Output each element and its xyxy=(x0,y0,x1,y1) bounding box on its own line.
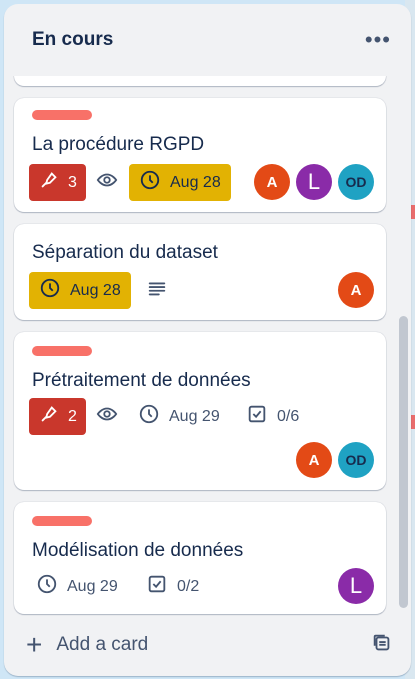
avatar[interactable]: L xyxy=(338,568,374,604)
card-title: Séparation du dataset xyxy=(32,242,218,263)
attachment-count: 3 xyxy=(68,173,77,191)
attachment-badge[interactable]: 2 xyxy=(29,398,86,435)
due-date-badge[interactable]: Aug 28 xyxy=(29,272,131,309)
card-label-red[interactable] xyxy=(32,516,92,526)
attachment-badge[interactable]: 3 xyxy=(29,164,86,201)
avatar[interactable]: A xyxy=(296,442,332,478)
clock-icon xyxy=(138,403,160,430)
paperclip-icon xyxy=(38,169,60,196)
cards-container: La procédure RGPD 3 Aug 28 A L OD Sépara… xyxy=(4,76,411,616)
add-card-button[interactable]: + Add a card xyxy=(26,631,148,659)
eye-icon xyxy=(96,403,118,430)
paperclip-icon xyxy=(38,403,60,430)
card-separation-du-dataset[interactable]: Séparation du dataset Aug 28 A xyxy=(14,224,386,320)
description-badge xyxy=(144,272,170,309)
due-date-text: Aug 29 xyxy=(169,407,220,425)
avatar[interactable]: A xyxy=(338,272,374,308)
checklist-badge: 0/6 xyxy=(244,398,301,435)
checklist-count: 0/2 xyxy=(177,577,200,595)
due-date-text: Aug 28 xyxy=(170,173,221,191)
avatar[interactable]: A xyxy=(254,164,290,200)
attachment-count: 2 xyxy=(68,407,77,425)
card-title: Prétraitement de données xyxy=(32,370,251,391)
card-pretraitement-de-donnees[interactable]: Prétraitement de données 2 Aug 29 0/6 A … xyxy=(14,332,386,490)
card-modelisation-de-donnees[interactable]: Modélisation de données Aug 29 0/2 L xyxy=(14,502,386,614)
card-label-red[interactable] xyxy=(32,346,92,356)
clock-icon xyxy=(36,573,58,600)
due-date-badge[interactable]: Aug 29 xyxy=(136,398,222,435)
list-en-cours: En cours ••• La procédure RGPD 3 Aug 28 … xyxy=(4,4,411,676)
card-title: Modélisation de données xyxy=(32,540,244,561)
card-la-procedure-rgpd[interactable]: La procédure RGPD 3 Aug 28 A L OD xyxy=(14,98,386,212)
avatar[interactable]: OD xyxy=(338,164,374,200)
watching-badge xyxy=(94,164,120,201)
card-label-red[interactable] xyxy=(32,110,92,120)
description-icon xyxy=(146,277,168,304)
checkbox-icon xyxy=(246,403,268,430)
due-date-text: Aug 29 xyxy=(67,577,118,595)
checkbox-icon xyxy=(146,573,168,600)
watching-badge xyxy=(94,398,120,435)
card-partial[interactable] xyxy=(14,76,386,86)
clock-icon xyxy=(39,277,61,304)
card-title: La procédure RGPD xyxy=(32,134,205,155)
avatar[interactable]: OD xyxy=(338,442,374,478)
due-date-text: Aug 28 xyxy=(70,281,121,299)
scrollbar[interactable] xyxy=(399,316,408,608)
list-footer: + Add a card xyxy=(4,614,411,676)
add-card-label: Add a card xyxy=(56,634,149,655)
ellipsis-icon[interactable]: ••• xyxy=(359,27,397,53)
card-template-icon[interactable] xyxy=(371,632,393,659)
checklist-count: 0/6 xyxy=(277,407,300,425)
eye-icon xyxy=(96,169,118,196)
due-date-badge[interactable]: Aug 28 xyxy=(129,164,231,201)
due-date-badge[interactable]: Aug 29 xyxy=(34,568,120,605)
list-title[interactable]: En cours xyxy=(32,29,113,51)
plus-icon: + xyxy=(26,629,43,660)
list-header: En cours ••• xyxy=(4,4,411,76)
checklist-badge: 0/2 xyxy=(144,568,201,605)
clock-icon xyxy=(139,169,161,196)
avatar[interactable]: L xyxy=(296,164,332,200)
